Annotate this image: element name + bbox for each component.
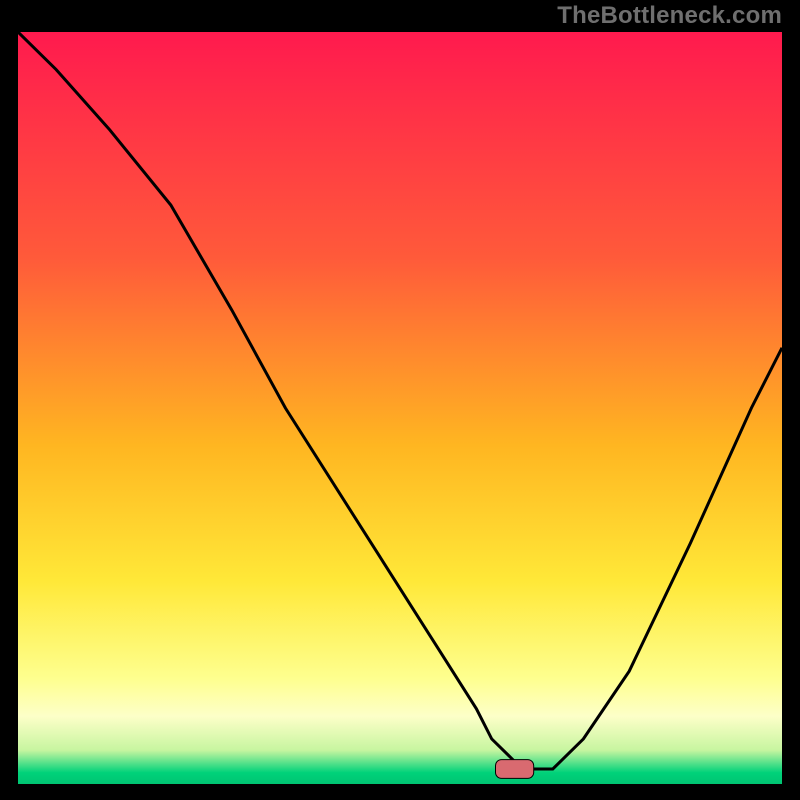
- chart-container: TheBottleneck.com: [0, 0, 800, 800]
- optimal-point-marker: [496, 760, 534, 779]
- gradient-background: [18, 32, 782, 784]
- watermark-text: TheBottleneck.com: [557, 2, 782, 30]
- bottleneck-chart-svg: [18, 32, 782, 784]
- plot-area: [18, 32, 782, 784]
